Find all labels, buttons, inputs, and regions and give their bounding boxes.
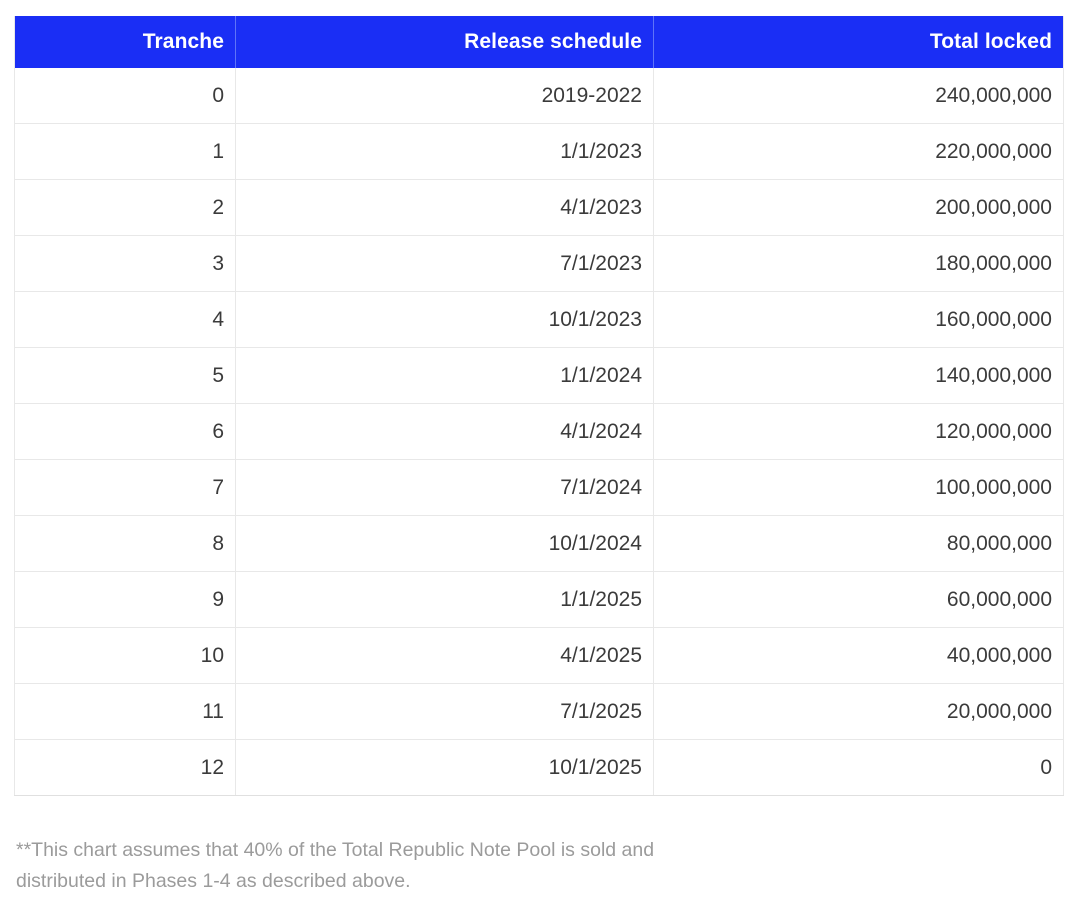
cell-locked: 220,000,000 (653, 123, 1064, 180)
table-row: 12 10/1/2025 0 (14, 739, 1064, 796)
cell-locked: 200,000,000 (653, 179, 1064, 236)
page-root: Tranche Release schedule Total locked 0 … (0, 0, 1080, 892)
column-header-tranche[interactable]: Tranche (14, 16, 236, 68)
cell-schedule: 4/1/2024 (235, 403, 654, 460)
cell-schedule: 10/1/2024 (235, 515, 654, 572)
cell-tranche: 1 (14, 123, 236, 180)
table-footnote: **This chart assumes that 40% of the Tot… (16, 838, 655, 892)
table-row: 9 1/1/2025 60,000,000 (14, 571, 1064, 628)
table-row: 4 10/1/2023 160,000,000 (14, 291, 1064, 348)
cell-tranche: 10 (14, 627, 236, 684)
cell-locked: 180,000,000 (653, 235, 1064, 292)
table-row: 2 4/1/2023 200,000,000 (14, 179, 1064, 236)
cell-schedule: 10/1/2023 (235, 291, 654, 348)
cell-schedule: 7/1/2024 (235, 459, 654, 516)
cell-schedule: 4/1/2025 (235, 627, 654, 684)
cell-schedule: 1/1/2023 (235, 123, 654, 180)
cell-tranche: 5 (14, 347, 236, 404)
cell-tranche: 12 (14, 739, 236, 796)
cell-tranche: 11 (14, 683, 236, 740)
cell-locked: 20,000,000 (653, 683, 1064, 740)
cell-locked: 140,000,000 (653, 347, 1064, 404)
cell-locked: 160,000,000 (653, 291, 1064, 348)
cell-locked: 40,000,000 (653, 627, 1064, 684)
cell-schedule: 2019-2022 (235, 68, 654, 124)
release-schedule-table-container: Tranche Release schedule Total locked 0 … (14, 16, 1064, 796)
cell-tranche: 7 (14, 459, 236, 516)
table-row: 6 4/1/2024 120,000,000 (14, 403, 1064, 460)
cell-locked: 120,000,000 (653, 403, 1064, 460)
column-header-total-locked[interactable]: Total locked (653, 16, 1064, 68)
cell-locked: 80,000,000 (653, 515, 1064, 572)
table-body: 0 2019-2022 240,000,000 1 1/1/2023 220,0… (14, 68, 1064, 796)
cell-schedule: 1/1/2025 (235, 571, 654, 628)
cell-tranche: 8 (14, 515, 236, 572)
cell-locked: 0 (653, 739, 1064, 796)
table-row: 10 4/1/2025 40,000,000 (14, 627, 1064, 684)
cell-tranche: 2 (14, 179, 236, 236)
table-header: Tranche Release schedule Total locked (14, 16, 1064, 68)
cell-tranche: 9 (14, 571, 236, 628)
cell-schedule: 7/1/2023 (235, 235, 654, 292)
table-row: 5 1/1/2024 140,000,000 (14, 347, 1064, 404)
table-row: 7 7/1/2024 100,000,000 (14, 459, 1064, 516)
table-row: 11 7/1/2025 20,000,000 (14, 683, 1064, 740)
cell-locked: 100,000,000 (653, 459, 1064, 516)
cell-schedule: 10/1/2025 (235, 739, 654, 796)
table-row: 0 2019-2022 240,000,000 (14, 68, 1064, 124)
cell-schedule: 1/1/2024 (235, 347, 654, 404)
cell-tranche: 0 (14, 68, 236, 124)
table-row: 3 7/1/2023 180,000,000 (14, 235, 1064, 292)
column-header-release-schedule[interactable]: Release schedule (235, 16, 654, 68)
cell-tranche: 3 (14, 235, 236, 292)
cell-schedule: 4/1/2023 (235, 179, 654, 236)
table-header-row: Tranche Release schedule Total locked (14, 16, 1064, 68)
table-row: 8 10/1/2024 80,000,000 (14, 515, 1064, 572)
table-row: 1 1/1/2023 220,000,000 (14, 123, 1064, 180)
cell-locked: 240,000,000 (653, 68, 1064, 124)
cell-tranche: 6 (14, 403, 236, 460)
cell-schedule: 7/1/2025 (235, 683, 654, 740)
cell-tranche: 4 (14, 291, 236, 348)
release-schedule-table: Tranche Release schedule Total locked 0 … (14, 16, 1064, 796)
cell-locked: 60,000,000 (653, 571, 1064, 628)
